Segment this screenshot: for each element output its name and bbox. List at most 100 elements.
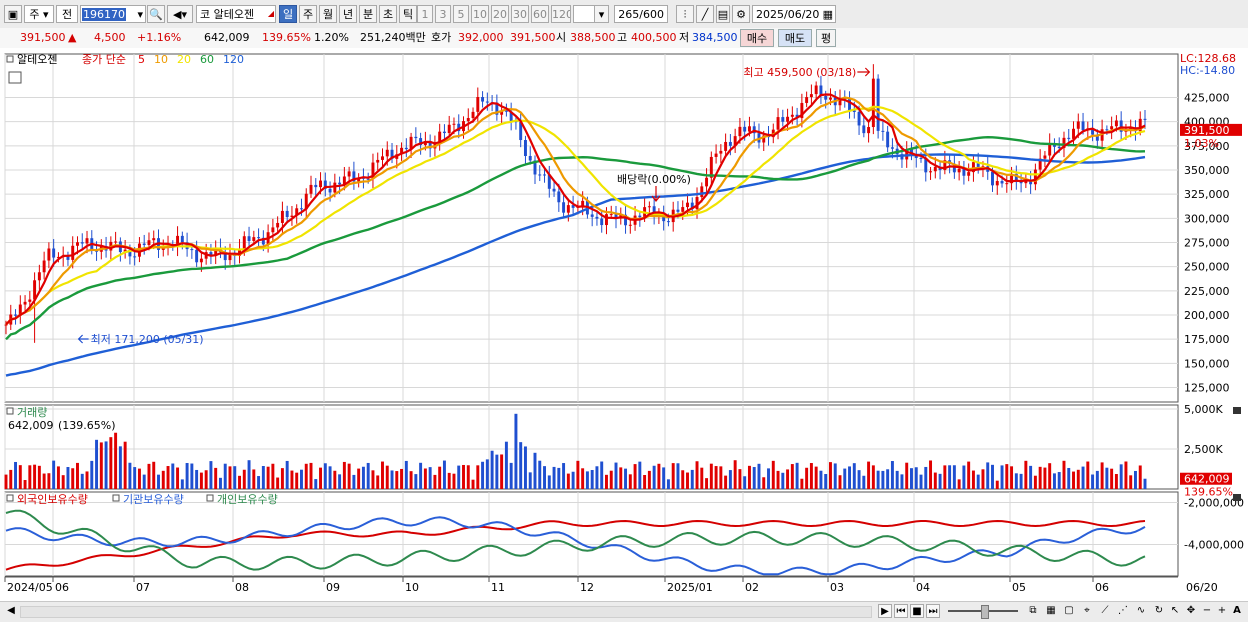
magnet-icon[interactable]: ∿ xyxy=(1134,604,1148,618)
count-field[interactable]: 265/600 xyxy=(614,5,668,23)
crosshair-icon[interactable]: ⌖ xyxy=(1080,604,1094,618)
volume-bar xyxy=(1124,461,1128,489)
layout-icon[interactable]: ▣ xyxy=(4,5,22,23)
sell-button[interactable]: 매도 xyxy=(778,29,812,47)
period-button-2[interactable]: 월 xyxy=(319,5,337,23)
eval-button[interactable]: 평 xyxy=(816,29,836,47)
x-axis-label: 11 xyxy=(491,581,505,594)
draw-line-icon[interactable]: ╱ xyxy=(696,5,714,23)
volume-bar xyxy=(176,467,180,489)
pan-icon[interactable]: ✥ xyxy=(1184,604,1198,618)
gear-icon[interactable]: ⚙ xyxy=(732,5,750,23)
candle-toggle-icon[interactable]: ⫶ xyxy=(676,5,694,23)
save-icon[interactable]: ▤ xyxy=(716,5,730,23)
corner-marker-icon: ◢ xyxy=(267,9,274,18)
minute-button-120[interactable]: 120 xyxy=(551,5,571,23)
volume-bar xyxy=(85,471,89,489)
market-label: 주 xyxy=(29,8,40,21)
volume-bar xyxy=(300,469,303,489)
buy-button[interactable]: 매수 xyxy=(740,29,774,47)
minute-button-5[interactable]: 5 xyxy=(453,5,469,23)
minute-button-60[interactable]: 60 xyxy=(531,5,549,23)
candle-body xyxy=(523,140,527,157)
minute-button-3[interactable]: 3 xyxy=(435,5,451,23)
plus-icon[interactable]: + xyxy=(1215,604,1229,618)
market-select[interactable]: 주 ▾ xyxy=(24,5,54,23)
minute-button-20[interactable]: 20 xyxy=(491,5,509,23)
panel-frame-1 xyxy=(4,53,1179,403)
window-icon[interactable]: ▢ xyxy=(1062,604,1076,618)
candle-body xyxy=(686,202,689,208)
minute-button-10[interactable]: 10 xyxy=(471,5,489,23)
period-button-6[interactable]: 틱 xyxy=(399,5,417,23)
volume-bar xyxy=(695,461,699,489)
candle-body xyxy=(528,156,532,161)
price-y-tick: 250,000 xyxy=(1184,261,1230,274)
volume-bar xyxy=(271,463,275,489)
speaker-icon[interactable]: ◀▾ xyxy=(167,5,193,23)
text-tool-icon[interactable]: A xyxy=(1230,604,1244,618)
refresh-icon[interactable]: ↻ xyxy=(1152,604,1166,618)
candle-body xyxy=(23,301,27,305)
volume-bar xyxy=(257,476,261,489)
zoom-in-icon[interactable]: ⏭ xyxy=(926,604,940,618)
price-y-tick: 150,000 xyxy=(1184,357,1230,370)
stock-code-input[interactable]: 196170 ▾ xyxy=(80,5,146,23)
current-pct-tag: 1.03% xyxy=(1184,137,1219,150)
volume-bar xyxy=(528,472,532,489)
period-button-1[interactable]: 주 xyxy=(299,5,317,23)
candle-body xyxy=(133,256,137,258)
period-button-3[interactable]: 년 xyxy=(339,5,357,23)
zoom-fit-icon[interactable]: ■ xyxy=(910,604,924,618)
grid-view-icon[interactable]: ▦ xyxy=(1044,604,1058,618)
volume-bar xyxy=(824,474,828,489)
volume-bar xyxy=(1133,470,1137,489)
volume-bar xyxy=(1114,474,1118,489)
volume-bar xyxy=(390,470,394,489)
price-y-tick: 225,000 xyxy=(1184,285,1230,298)
volume-bar xyxy=(552,466,556,489)
x-axis-label: 09 xyxy=(326,581,340,594)
scroll-left-icon[interactable]: ◀ xyxy=(4,604,18,618)
price-y-tick: 300,000 xyxy=(1184,212,1230,225)
cursor-icon[interactable]: ↖ xyxy=(1168,604,1182,618)
volume-bar xyxy=(352,474,356,489)
horizontal-scrollbar[interactable] xyxy=(20,606,872,618)
minute-button-1[interactable]: 1 xyxy=(417,5,433,23)
volume-bar xyxy=(848,466,851,489)
split-view-icon[interactable]: ⧉ xyxy=(1026,604,1040,618)
scope-button[interactable]: 전 xyxy=(56,5,78,23)
legend-box-icon xyxy=(112,494,120,502)
period-button-0[interactable]: 일 xyxy=(279,5,297,23)
minute-button-30[interactable]: 30 xyxy=(511,5,529,23)
candle-body xyxy=(242,236,246,249)
volume-bar xyxy=(523,446,527,489)
date-value: 2025/06/20 xyxy=(756,8,820,21)
volume-bar xyxy=(743,476,747,489)
candle-body xyxy=(319,180,323,188)
zoom-slider-handle[interactable] xyxy=(981,605,989,619)
candle-body xyxy=(876,78,880,131)
period-button-5[interactable]: 초 xyxy=(379,5,397,23)
stock-chart[interactable]: 425,000400,000375,000350,000325,000300,0… xyxy=(0,48,1248,603)
candle-body xyxy=(338,182,342,185)
volume-bar xyxy=(681,470,685,489)
date-input[interactable]: 2025/06/20 ▦ xyxy=(752,5,836,23)
zoom-out-icon[interactable]: ⏮ xyxy=(894,604,908,618)
volume-bar xyxy=(1138,465,1142,489)
stock-name-field[interactable]: 코 알테오젠 ◢ xyxy=(196,5,276,23)
minus-icon[interactable]: − xyxy=(1200,604,1214,618)
volume-bar xyxy=(657,463,661,489)
volume-bar xyxy=(142,474,146,489)
volume-y-tick: 2,500K xyxy=(1184,443,1223,456)
candle-body xyxy=(190,249,194,251)
chevron-down-icon[interactable]: ▾ xyxy=(594,5,609,23)
candle-body xyxy=(857,111,861,126)
scroll-right-icon[interactable]: ▶ xyxy=(878,604,892,618)
period-button-4[interactable]: 분 xyxy=(359,5,377,23)
search-icon[interactable]: 🔍 xyxy=(147,5,165,23)
trend-icon[interactable]: ⟋ xyxy=(1098,604,1112,618)
x-axis-label: 05 xyxy=(1012,581,1026,594)
volume-bar xyxy=(195,469,199,489)
fan-icon[interactable]: ⋰ xyxy=(1116,604,1130,618)
